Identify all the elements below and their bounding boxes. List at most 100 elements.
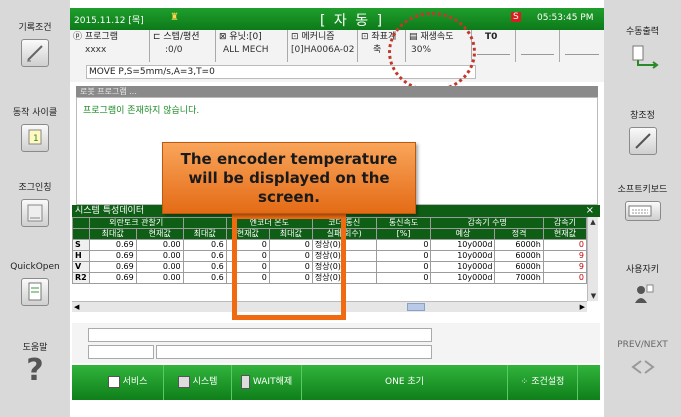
table-cell: 10y000d <box>430 272 496 284</box>
table-cell: 0.6 <box>182 239 227 251</box>
system-icon <box>177 375 190 388</box>
system-button[interactable]: 시스템 <box>164 365 232 400</box>
extra-line-1 <box>521 54 554 55</box>
table-group-header: 감속기 수명 <box>430 217 544 229</box>
scroll-left-icon[interactable]: ◀ <box>74 302 79 312</box>
sidebar-item-help[interactable]: 도움말 ? <box>0 340 70 405</box>
jog-icon <box>21 199 49 227</box>
service-icon <box>107 375 120 388</box>
program-cell[interactable]: ⓟ 프로그램 xxxx <box>70 30 150 62</box>
one-init-button[interactable]: ONE 초기 <box>302 365 508 400</box>
output-icon <box>630 43 659 69</box>
sidebar-item-record-condition[interactable]: 기록조건 <box>0 20 70 85</box>
scroll-right-icon[interactable]: ▶ <box>580 302 585 312</box>
sidebar-item-soft-keyboard[interactable]: 소프트키보드 <box>604 182 681 237</box>
scroll-thumb[interactable] <box>407 303 425 311</box>
sidebar-item-manual-output[interactable]: 수동출력 <box>604 24 681 84</box>
condition-settings-button[interactable]: ⁘ 조건설정 <box>508 365 578 400</box>
sidebar-item-label: PREV/NEXT <box>617 340 668 350</box>
step-icon: ⊏ <box>153 32 164 42</box>
table-sub-header: 정격 <box>494 228 544 240</box>
info-strip: ⓟ 프로그램 xxxx ⊏ 스텝/평션 :0/0 ⊠ 유닛:[0] ALL ME… <box>70 30 604 82</box>
file-icon <box>21 278 49 306</box>
program-icon: ⓟ <box>73 32 85 42</box>
status-badge: S <box>511 12 521 22</box>
tool-line <box>477 54 510 55</box>
condition-settings-label: 조건설정 <box>531 377 565 387</box>
status-datetime: 2015.11.12 [목] <box>74 16 144 26</box>
wait-release-label: WAIT해제 <box>252 377 293 387</box>
unit-icon: ⊠ <box>219 32 230 42</box>
table-cell: 0.00 <box>135 261 184 273</box>
robot-program-message: 프로그램이 존재하지 않습니다. <box>83 106 200 116</box>
keyboard-icon <box>624 201 661 221</box>
table-cell: 6000h <box>494 239 544 251</box>
input-field-2[interactable] <box>88 345 154 359</box>
scroll-up-icon[interactable]: ▲ <box>588 217 598 227</box>
sidebar-item-quickopen[interactable]: QuickOpen <box>0 262 70 322</box>
table-cell: 0.6 <box>182 261 227 273</box>
table-cell: 0.69 <box>88 250 137 262</box>
sidebar-item-label: 동작 사이클 <box>12 108 58 118</box>
cycle-1-icon: 1 <box>21 124 49 152</box>
prev-next-icon <box>604 358 681 379</box>
table-group-header: 감속기 <box>542 217 588 229</box>
wait-icon <box>240 374 250 389</box>
vertical-scrollbar[interactable]: ▲ ▼ <box>587 217 598 301</box>
wait-release-button[interactable]: WAIT해제 <box>232 365 302 400</box>
service-label: 서비스 <box>122 377 148 387</box>
table-cell: 6000h <box>494 261 544 273</box>
mechanism-icon: ⊡ <box>291 32 302 42</box>
table-cell: 0.00 <box>135 250 184 262</box>
sidebar-item-prev-next[interactable]: PREV/NEXT <box>604 340 681 400</box>
step-cell[interactable]: ⊏ 스텝/평션 :0/0 <box>150 30 216 62</box>
extra-line-2 <box>565 54 599 55</box>
service-button[interactable]: 서비스 <box>92 365 164 400</box>
axis-label: S <box>72 239 90 251</box>
table-cell: 0 <box>542 239 588 251</box>
step-label: 스텝/평션 <box>163 32 200 42</box>
table-cell: 10y000d <box>430 239 496 251</box>
table-cell: 0.00 <box>135 272 184 284</box>
unit-cell[interactable]: ⊠ 유닛:[0] ALL MECH <box>216 30 288 62</box>
unit-label: 유닛:[0] <box>229 32 262 42</box>
table-sub-header: [%] <box>375 228 432 240</box>
unit-value: ALL MECH <box>223 45 269 55</box>
scroll-down-icon[interactable]: ▼ <box>588 291 599 301</box>
sidebar-item-jog[interactable]: 조그인칭 <box>0 180 70 240</box>
extra-cell-2 <box>560 30 604 62</box>
table-header-axis <box>72 228 90 240</box>
tool-cell[interactable]: T0 <box>472 30 516 62</box>
sidebar-item-window-adjust[interactable]: 창조정 <box>604 108 681 163</box>
tool-label: T0 <box>485 32 498 42</box>
table-cell: 0 <box>375 272 432 284</box>
mechanism-cell[interactable]: ⊡ 메커니즘 [0]HA006A-02 <box>288 30 358 62</box>
table-cell: 0.69 <box>88 272 137 284</box>
close-icon[interactable]: × <box>586 205 594 217</box>
table-cell: 0 <box>375 261 432 273</box>
system-data-title: 시스템 특성데이터 <box>75 206 145 216</box>
table-sub-header: 현재값 <box>135 228 184 240</box>
axis-label: V <box>72 261 90 273</box>
sidebar-item-user-key[interactable]: 사용자키 <box>604 262 681 317</box>
sidebar-item-label: 창조정 <box>630 111 655 121</box>
speed-highlight-circle <box>388 12 476 92</box>
table-sub-header: 최대값 <box>88 228 137 240</box>
program-label: 프로그램 <box>84 32 118 42</box>
table-cell: 0.69 <box>88 261 137 273</box>
axis-label: H <box>72 250 90 262</box>
table-group-header: 외란토크 관찰기 <box>88 217 184 229</box>
sidebar-item-cycle[interactable]: 동작 사이클 1 <box>0 105 70 165</box>
callout-box: The encoder temperature will be displaye… <box>162 142 416 214</box>
bottom-bar: 서비스 시스템 WAIT해제 ONE 초기 ⁘ 조건설정 <box>72 365 600 400</box>
table-group-header-cont <box>182 217 227 229</box>
status-mode: [ 자 동 ] <box>320 13 385 29</box>
svg-text:1: 1 <box>33 134 39 144</box>
system-label: 시스템 <box>192 377 218 387</box>
input-field-1[interactable] <box>88 328 432 342</box>
input-field-3[interactable] <box>156 345 432 359</box>
sidebar-item-label: 사용자키 <box>625 265 660 275</box>
table-header-blank <box>72 217 90 229</box>
table-sub-header: 현재값 <box>542 228 588 240</box>
table-cell: 6000h <box>494 250 544 262</box>
